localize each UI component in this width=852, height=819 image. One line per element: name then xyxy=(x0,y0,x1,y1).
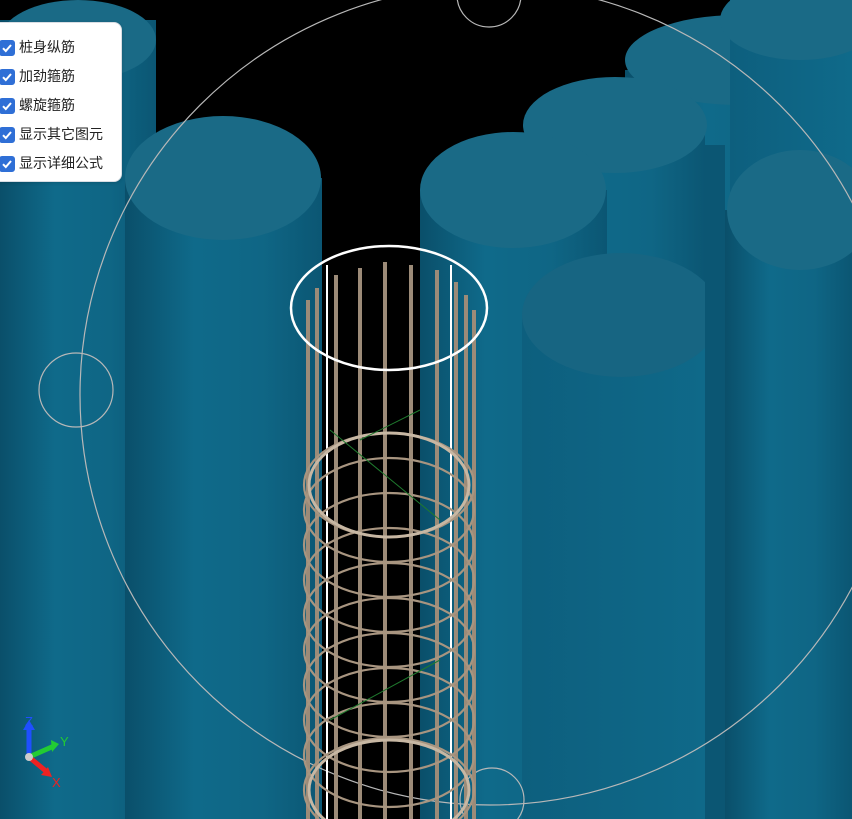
layer-toggle-stiffening-hoops[interactable]: 加劲箍筋 xyxy=(0,62,121,91)
axis-origin xyxy=(25,753,33,761)
checkbox-checked-icon[interactable] xyxy=(0,68,15,85)
layer-toggle-panel: 桩身纵筋 加劲箍筋 螺旋箍筋 显示其它图元 显示详细公式 xyxy=(0,22,122,182)
layer-toggle-spiral-stirrups[interactable]: 螺旋箍筋 xyxy=(0,91,121,120)
layer-toggle-other-elements[interactable]: 显示其它图元 xyxy=(0,120,121,149)
layer-label: 桩身纵筋 xyxy=(19,39,75,56)
y-axis-label: Y xyxy=(60,734,69,749)
z-axis-label: Z xyxy=(25,714,33,729)
x-axis-label: X xyxy=(52,775,61,790)
checkbox-checked-icon[interactable] xyxy=(0,126,15,143)
layer-label: 显示详细公式 xyxy=(19,155,103,172)
axis-gizmo[interactable]: Z Y X xyxy=(14,712,84,792)
layer-toggle-longitudinal-bars[interactable]: 桩身纵筋 xyxy=(0,33,121,62)
checkbox-checked-icon[interactable] xyxy=(0,97,15,114)
3d-viewport[interactable]: 桩身纵筋 加劲箍筋 螺旋箍筋 显示其它图元 显示详细公式 Z Y X xyxy=(0,0,852,819)
checkbox-checked-icon[interactable] xyxy=(0,39,15,56)
layer-label: 加劲箍筋 xyxy=(19,68,75,85)
layer-label: 显示其它图元 xyxy=(19,126,103,143)
layer-label: 螺旋箍筋 xyxy=(19,97,75,114)
pile-left[interactable] xyxy=(125,116,322,819)
y-axis-arrow xyxy=(27,743,56,760)
pile-rebar-3d-scene[interactable] xyxy=(0,0,852,819)
layer-toggle-detailed-formula[interactable]: 显示详细公式 xyxy=(0,149,121,178)
y-axis-arrowhead xyxy=(51,740,59,752)
checkbox-checked-icon[interactable] xyxy=(0,155,15,172)
